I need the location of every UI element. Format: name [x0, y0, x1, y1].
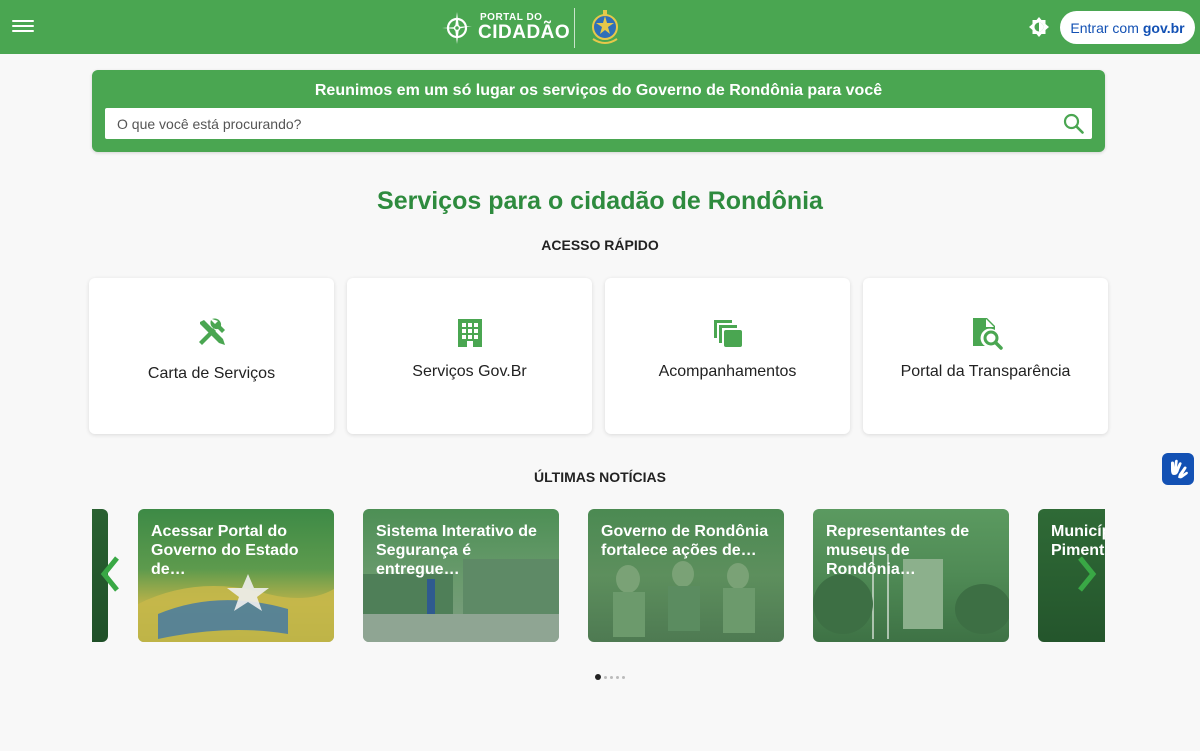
card-label: Carta de Serviços — [147, 365, 276, 382]
news-title: Sistema Interativo de Segurança é entreg… — [376, 523, 537, 578]
login-prefix: Entrar com — [1070, 19, 1139, 36]
card-label: Acompanhamentos — [658, 363, 797, 380]
card-portal-transparencia[interactable]: Portal da Transparência — [863, 278, 1108, 434]
news-heading: ÚLTIMAS NOTÍCIAS — [534, 469, 666, 485]
news-carousel: Acessar Portal do Governo do Estado de… … — [92, 509, 1105, 643]
news-card[interactable]: Acessar Portal do Governo do Estado de… — [138, 509, 334, 642]
search-icon[interactable] — [1063, 113, 1084, 134]
news-card[interactable]: Sistema Interativo de Segurança é entreg… — [363, 509, 559, 642]
theme-toggle-icon[interactable] — [1028, 16, 1050, 38]
login-brand: gov.br — [1142, 19, 1185, 36]
copy-icon — [713, 320, 742, 347]
card-carta-de-servicos[interactable]: Carta de Serviços — [89, 278, 334, 434]
tools-icon — [198, 318, 225, 345]
logo-divider — [574, 8, 575, 48]
compass-logo-icon — [442, 12, 472, 44]
carousel-dot[interactable] — [622, 675, 625, 679]
carousel-prev-icon[interactable] — [99, 556, 121, 592]
carousel-next-icon[interactable] — [1076, 556, 1098, 592]
card-servicos-govbr[interactable]: Serviços Gov.Br — [347, 278, 592, 434]
meeting-image — [613, 561, 755, 637]
search-box — [105, 108, 1092, 139]
news-title: Representantes de museus de Rondônia… — [826, 523, 970, 578]
document-search-icon — [972, 318, 1003, 350]
carousel-dot[interactable] — [610, 675, 613, 679]
card-label: Serviços Gov.Br — [412, 363, 527, 380]
carousel-dot[interactable] — [616, 675, 619, 679]
hamburger-menu-icon[interactable] — [12, 17, 34, 37]
logo-text-line1: PORTAL DO — [480, 11, 543, 23]
news-card[interactable]: Representantes de museus de Rondônia… — [813, 509, 1009, 642]
portal-logo[interactable]: PORTAL DO CIDADÃO — [440, 8, 570, 46]
carousel-pagination — [595, 674, 625, 680]
search-title: Reunimos em um só lugar os serviços do G… — [314, 82, 883, 99]
card-label: Portal da Transparência — [900, 363, 1071, 380]
card-acompanhamentos[interactable]: Acompanhamentos — [605, 278, 850, 434]
vlibras-accessibility-button[interactable] — [1162, 453, 1194, 485]
news-title: Acessar Portal do Governo do Estado de… — [151, 523, 299, 578]
building-icon — [457, 319, 482, 347]
news-title: Municípios de Pimenteiras… — [1051, 523, 1105, 559]
news-card[interactable]: Governo de Rondônia fortalece ações de… — [588, 509, 784, 642]
search-panel: Reunimos em um só lugar os serviços do G… — [92, 70, 1105, 152]
carousel-dot[interactable] — [604, 675, 607, 679]
login-govbr-button[interactable]: Entrar com gov.br — [1060, 11, 1195, 44]
top-bar: PORTAL DO CIDADÃO Entrar com gov.br — [0, 0, 1200, 54]
carousel-dot[interactable] — [595, 674, 601, 680]
logo-text-line2: CIDADÃO — [478, 21, 571, 43]
state-crest-icon — [592, 10, 618, 44]
news-title: Governo de Rondônia fortalece ações de… — [601, 523, 769, 559]
search-input[interactable] — [105, 108, 1045, 139]
page-title: Serviços para o cidadão de Rondônia — [377, 187, 823, 215]
quick-access-heading: ACESSO RÁPIDO — [541, 237, 659, 253]
sign-language-hands-icon — [1171, 459, 1188, 479]
